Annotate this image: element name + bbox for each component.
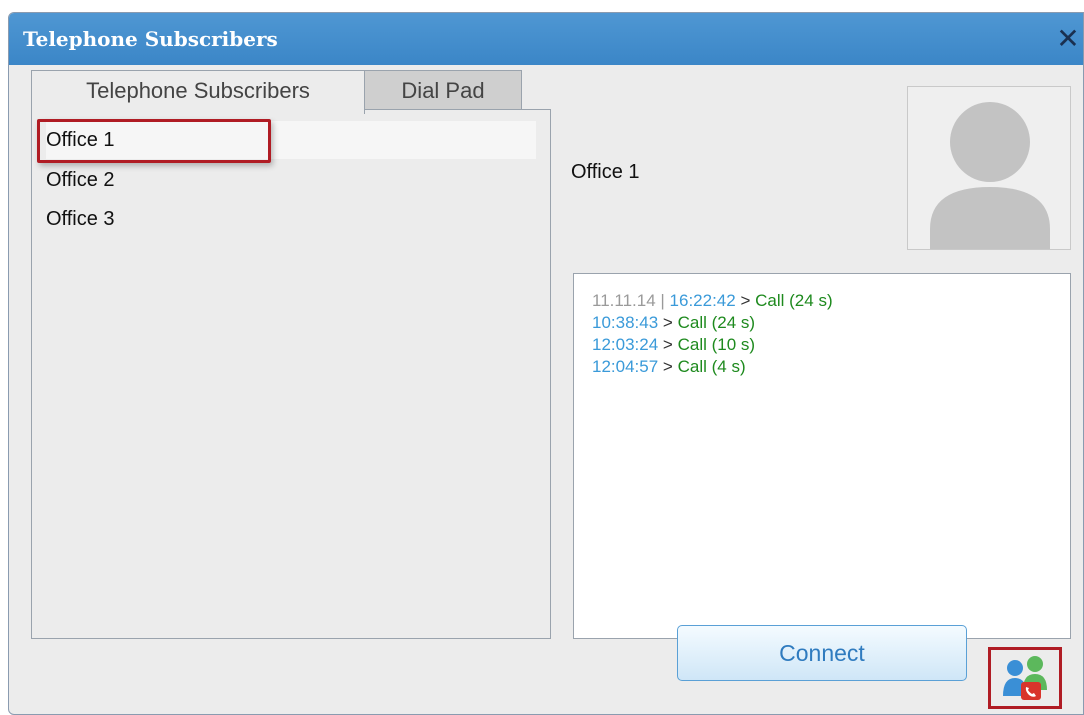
history-arrow: > [662, 357, 673, 376]
contact-name: Office 1 [571, 161, 640, 183]
history-row: 10:38:43 > Call (24 s) [592, 312, 1070, 334]
person-silhouette-icon [930, 102, 1050, 249]
history-separator: | [660, 291, 665, 310]
history-time: 16:22:42 [669, 291, 736, 310]
history-arrow: > [662, 335, 673, 354]
tab-dial-pad[interactable]: Dial Pad [364, 70, 522, 110]
call-history: 11.11.14 | 16:22:42 > Call (24 s) 10:38:… [573, 273, 1071, 639]
history-event: Call (24 s) [677, 313, 756, 332]
connect-button[interactable]: Connect [677, 625, 967, 681]
subscriber-list: Office 1 Office 2 Office 3 [31, 109, 551, 639]
history-arrow: > [740, 291, 751, 310]
history-row: 12:04:57 > Call (4 s) [592, 356, 1070, 378]
history-event: Call (24 s) [755, 291, 833, 310]
history-arrow: > [662, 313, 673, 332]
window-title: Telephone Subscribers [23, 27, 278, 51]
list-item[interactable]: Office 3 [46, 200, 536, 238]
history-event: Call (4 s) [677, 357, 746, 376]
title-bar: Telephone Subscribers ✕ [9, 13, 1083, 65]
history-row: 11.11.14 | 16:22:42 > Call (24 s) [592, 290, 1070, 312]
list-item[interactable]: Office 2 [46, 161, 536, 199]
call-contacts-button[interactable] [988, 647, 1062, 709]
history-event: Call (10 s) [677, 335, 756, 354]
close-button[interactable]: ✕ [1053, 23, 1083, 55]
users-phone-icon [1003, 656, 1047, 700]
telephone-subscribers-window: Telephone Subscribers ✕ Telephone Subscr… [8, 12, 1084, 715]
history-date: 11.11.14 [592, 291, 656, 310]
history-time: 12:03:24 [592, 335, 659, 354]
history-time: 10:38:43 [592, 313, 659, 332]
tab-telephone-subscribers[interactable]: Telephone Subscribers [31, 70, 365, 114]
selection-highlight [37, 119, 271, 163]
history-row: 12:03:24 > Call (10 s) [592, 334, 1070, 356]
history-time: 12:04:57 [592, 357, 659, 376]
avatar [907, 86, 1071, 250]
